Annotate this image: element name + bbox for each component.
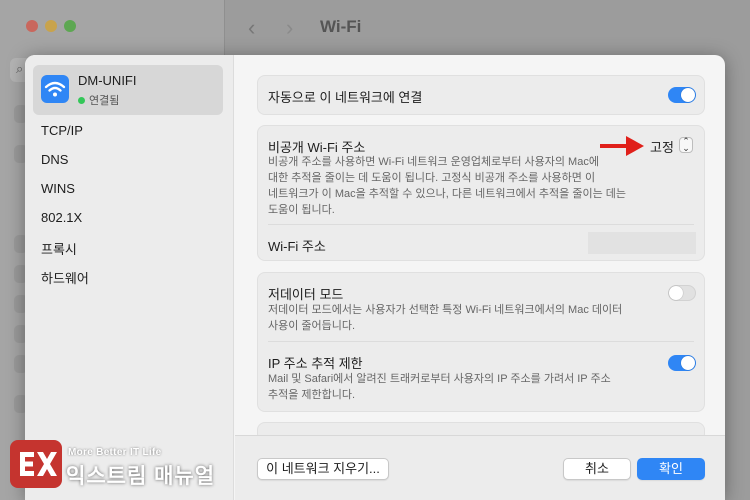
- sidebar-item-tcpip[interactable]: TCP/IP: [41, 123, 83, 138]
- auto-join-toggle[interactable]: [668, 87, 696, 103]
- toggle-knob: [669, 286, 683, 300]
- data-options-group: 저데이터 모드 저데이터 모드에서는 사용자가 선택한 특정 Wi-Fi 네트워…: [257, 272, 705, 412]
- search-icon: ⌕: [16, 61, 24, 76]
- low-data-description: 저데이터 모드에서는 사용자가 선택한 특정 Wi-Fi 네트워크에서의 Mac…: [268, 302, 668, 334]
- sidebar-item-8021x[interactable]: 802.1X: [41, 210, 82, 225]
- toggle-knob: [681, 88, 695, 102]
- wifi-address-value: [588, 232, 696, 254]
- private-address-description: 비공개 주소를 사용하면 Wi-Fi 네트워크 운영업체로부터 사용자의 Mac…: [268, 154, 638, 218]
- network-details-sheet: DM-UNIFI 연결됨 TCP/IP DNS WINS 802.1X 프록시 …: [25, 55, 725, 500]
- sidebar-item-proxy[interactable]: 프록시: [41, 239, 77, 258]
- settings-panel: 자동으로 이 네트워크에 연결 비공개 Wi-Fi 주소 고정 ⌃ ⌄ 비공개 주…: [235, 55, 725, 442]
- network-status: 연결됨: [78, 92, 119, 108]
- auto-join-group: 자동으로 이 네트워크에 연결: [257, 75, 705, 115]
- cancel-button[interactable]: 취소: [563, 458, 631, 480]
- back-button[interactable]: ‹: [248, 15, 255, 41]
- low-data-label: 저데이터 모드: [268, 287, 344, 302]
- network-status-label: 연결됨: [89, 95, 120, 107]
- ok-button[interactable]: 확인: [637, 458, 705, 480]
- sheet-sidebar: DM-UNIFI 연결됨 TCP/IP DNS WINS 802.1X 프록시 …: [25, 55, 234, 500]
- desc-line: 사용이 줄어듭니다.: [268, 320, 356, 332]
- forward-button[interactable]: ›: [286, 15, 293, 41]
- desc-line: 도움이 됩니다.: [268, 204, 335, 216]
- minimize-window-button[interactable]: [45, 20, 57, 32]
- zoom-window-button[interactable]: [64, 20, 76, 32]
- auto-join-label: 자동으로 이 네트워크에 연결: [268, 90, 423, 105]
- ip-tracking-toggle[interactable]: [668, 355, 696, 371]
- network-card[interactable]: DM-UNIFI 연결됨: [33, 65, 223, 115]
- desc-line: 대한 추적을 줄이는 데 도움이 됩니다. 고정식 비공개 주소를 사용하면 이: [268, 172, 596, 184]
- sidebar-item-wins[interactable]: WINS: [41, 181, 75, 196]
- divider: [268, 224, 694, 225]
- connected-dot-icon: [78, 97, 85, 104]
- sheet-footer: 이 네트워크 지우기... 취소 확인: [235, 435, 725, 500]
- ip-tracking-label: IP 주소 추적 제한: [268, 356, 363, 371]
- private-address-value[interactable]: 고정: [650, 137, 674, 156]
- watermark-tagline: More Better IT Life: [68, 447, 162, 458]
- sidebar-item-dns[interactable]: DNS: [41, 152, 68, 167]
- wifi-address-label: Wi-Fi 주소: [268, 239, 326, 254]
- watermark-logo-icon: [10, 440, 62, 488]
- sidebar-item-hardware[interactable]: 하드웨어: [41, 268, 89, 287]
- close-window-button[interactable]: [26, 20, 38, 32]
- forget-network-button[interactable]: 이 네트워크 지우기...: [257, 458, 389, 480]
- wifi-icon: [41, 75, 69, 103]
- desc-line: Mail 및 Safari에서 알려진 트래커로부터 사용자의 IP 주소를 가…: [268, 373, 611, 385]
- private-address-stepper[interactable]: ⌃ ⌄: [679, 137, 693, 153]
- desc-line: 저데이터 모드에서는 사용자가 선택한 특정 Wi-Fi 네트워크에서의 Mac…: [268, 304, 623, 316]
- divider: [268, 341, 694, 342]
- desc-line: 추적을 제한합니다.: [268, 389, 356, 401]
- watermark-name: 익스트림 매뉴얼: [66, 465, 216, 488]
- low-data-toggle[interactable]: [668, 285, 696, 301]
- ip-tracking-description: Mail 및 Safari에서 알려진 트래커로부터 사용자의 IP 주소를 가…: [268, 371, 668, 403]
- toggle-knob: [681, 356, 695, 370]
- desc-line: 네트워크가 이 Mac을 추적할 수 있으나, 다른 네트워크에서 추적을 줄이…: [268, 188, 626, 200]
- network-name: DM-UNIFI: [78, 73, 137, 88]
- private-address-group: 비공개 Wi-Fi 주소 고정 ⌃ ⌄ 비공개 주소를 사용하면 Wi-Fi 네트…: [257, 125, 705, 261]
- desc-line: 비공개 주소를 사용하면 Wi-Fi 네트워크 운영업체로부터 사용자의 Mac…: [268, 156, 599, 168]
- window-title: Wi-Fi: [320, 17, 362, 36]
